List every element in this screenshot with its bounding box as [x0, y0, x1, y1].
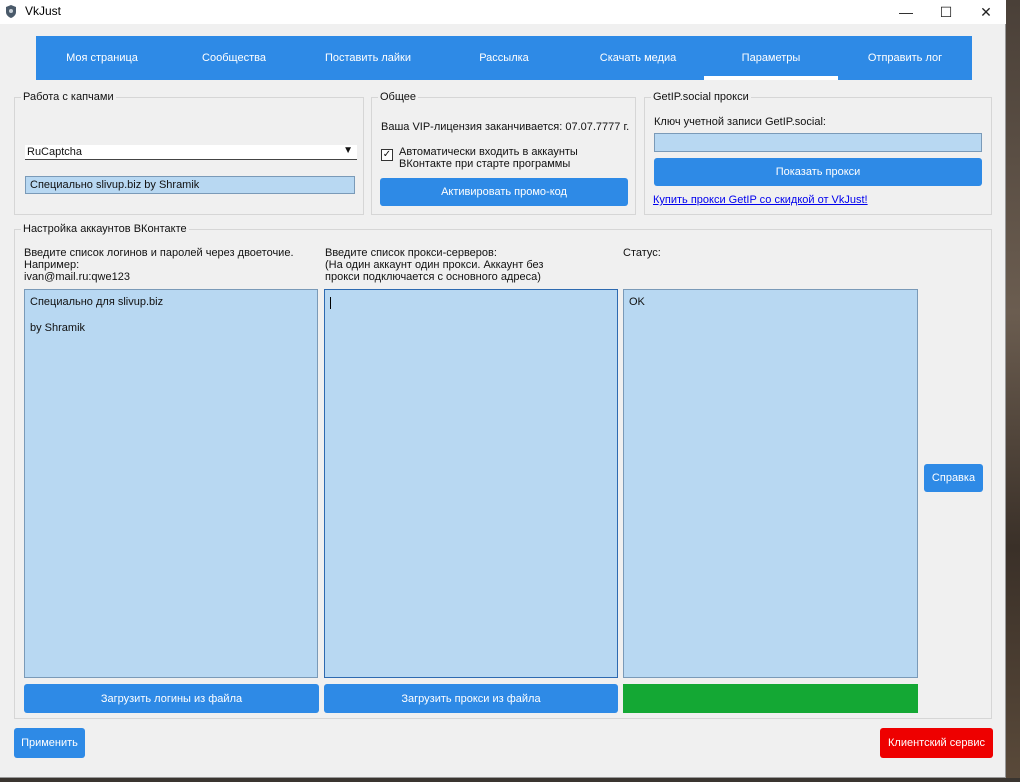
proxies-label-line1: Введите список прокси-серверов: [325, 247, 497, 259]
maximize-button[interactable]: ☐ [926, 0, 966, 24]
captcha-group-legend: Работа с капчами [21, 91, 116, 103]
tab-communities[interactable]: Сообщества [168, 36, 300, 80]
tab-my-page[interactable]: Моя страница [36, 36, 168, 80]
logins-label-line3: ivan@mail.ru:qwe123 [24, 271, 130, 283]
logins-label-line2: Например: [24, 259, 80, 271]
apply-button[interactable]: Применить [14, 728, 85, 758]
help-button[interactable]: Справка [924, 464, 983, 492]
show-proxies-button[interactable]: Показать прокси [654, 158, 982, 186]
logins-label-line1: Введите список логинов и паролей через д… [24, 247, 294, 259]
proxies-label-line2: (На один аккаунт один прокси. Аккаунт бе… [325, 259, 544, 271]
app-window: VkJust — ☐ ✕ Моя страница Сообщества Пос… [0, 0, 1006, 778]
tab-download-media[interactable]: Скачать медиа [572, 36, 704, 80]
getip-group-legend: GetIP.social прокси [651, 91, 751, 103]
status-indicator-bar [623, 684, 918, 713]
proxies-label-line3: прокси подключается с основного адреса) [325, 271, 541, 283]
status-textarea: OK [623, 289, 918, 678]
window-title: VkJust [25, 4, 62, 18]
captcha-service-select[interactable]: RuCaptcha ▼ [25, 145, 357, 160]
load-logins-button[interactable]: Загрузить логины из файла [24, 684, 319, 713]
desktop-background [1006, 0, 1020, 782]
vip-expiry-text: Ваша VIP-лицензия заканчивается: 07.07.7… [381, 121, 630, 133]
getip-key-input[interactable] [654, 133, 982, 152]
status-label: Статус: [623, 247, 661, 259]
text-cursor [330, 297, 331, 309]
captcha-key-input[interactable]: Специально slivup.biz by Shramik [25, 176, 355, 194]
autologin-label-line2: ВКонтакте при старте программы [399, 158, 571, 170]
load-proxies-button[interactable]: Загрузить прокси из файла [324, 684, 618, 713]
proxies-textarea[interactable] [324, 289, 618, 678]
title-bar: VkJust — ☐ ✕ [0, 0, 1006, 24]
getip-key-label: Ключ учетной записи GetIP.social: [654, 116, 826, 128]
main-tab-bar: Моя страница Сообщества Поставить лайки … [36, 36, 972, 80]
captcha-service-value: RuCaptcha [27, 146, 83, 158]
accounts-group-legend: Настройка аккаунтов ВКонтакте [21, 223, 189, 235]
logins-textarea[interactable]: Специально для slivup.biz by Shramik [24, 289, 318, 678]
activate-promo-button[interactable]: Активировать промо-код [380, 178, 628, 206]
dropdown-arrow-icon: ▼ [343, 145, 353, 156]
tab-likes[interactable]: Поставить лайки [300, 36, 436, 80]
buy-proxies-link[interactable]: Купить прокси GetIP со скидкой от VkJust… [653, 194, 868, 206]
app-logo-icon [6, 5, 16, 18]
client-service-button[interactable]: Клиентский сервис [880, 728, 993, 758]
tab-mailing[interactable]: Рассылка [436, 36, 572, 80]
general-group-legend: Общее [378, 91, 419, 103]
close-button[interactable]: ✕ [966, 0, 1006, 24]
tab-send-log[interactable]: Отправить лог [838, 36, 972, 80]
autologin-label-line1: Автоматически входить в аккаунты [399, 146, 578, 158]
minimize-button[interactable]: — [886, 0, 926, 24]
tab-settings[interactable]: Параметры [704, 36, 838, 80]
autologin-checkbox[interactable]: ✓ [381, 149, 393, 161]
desktop-background-bottom [0, 778, 1020, 782]
